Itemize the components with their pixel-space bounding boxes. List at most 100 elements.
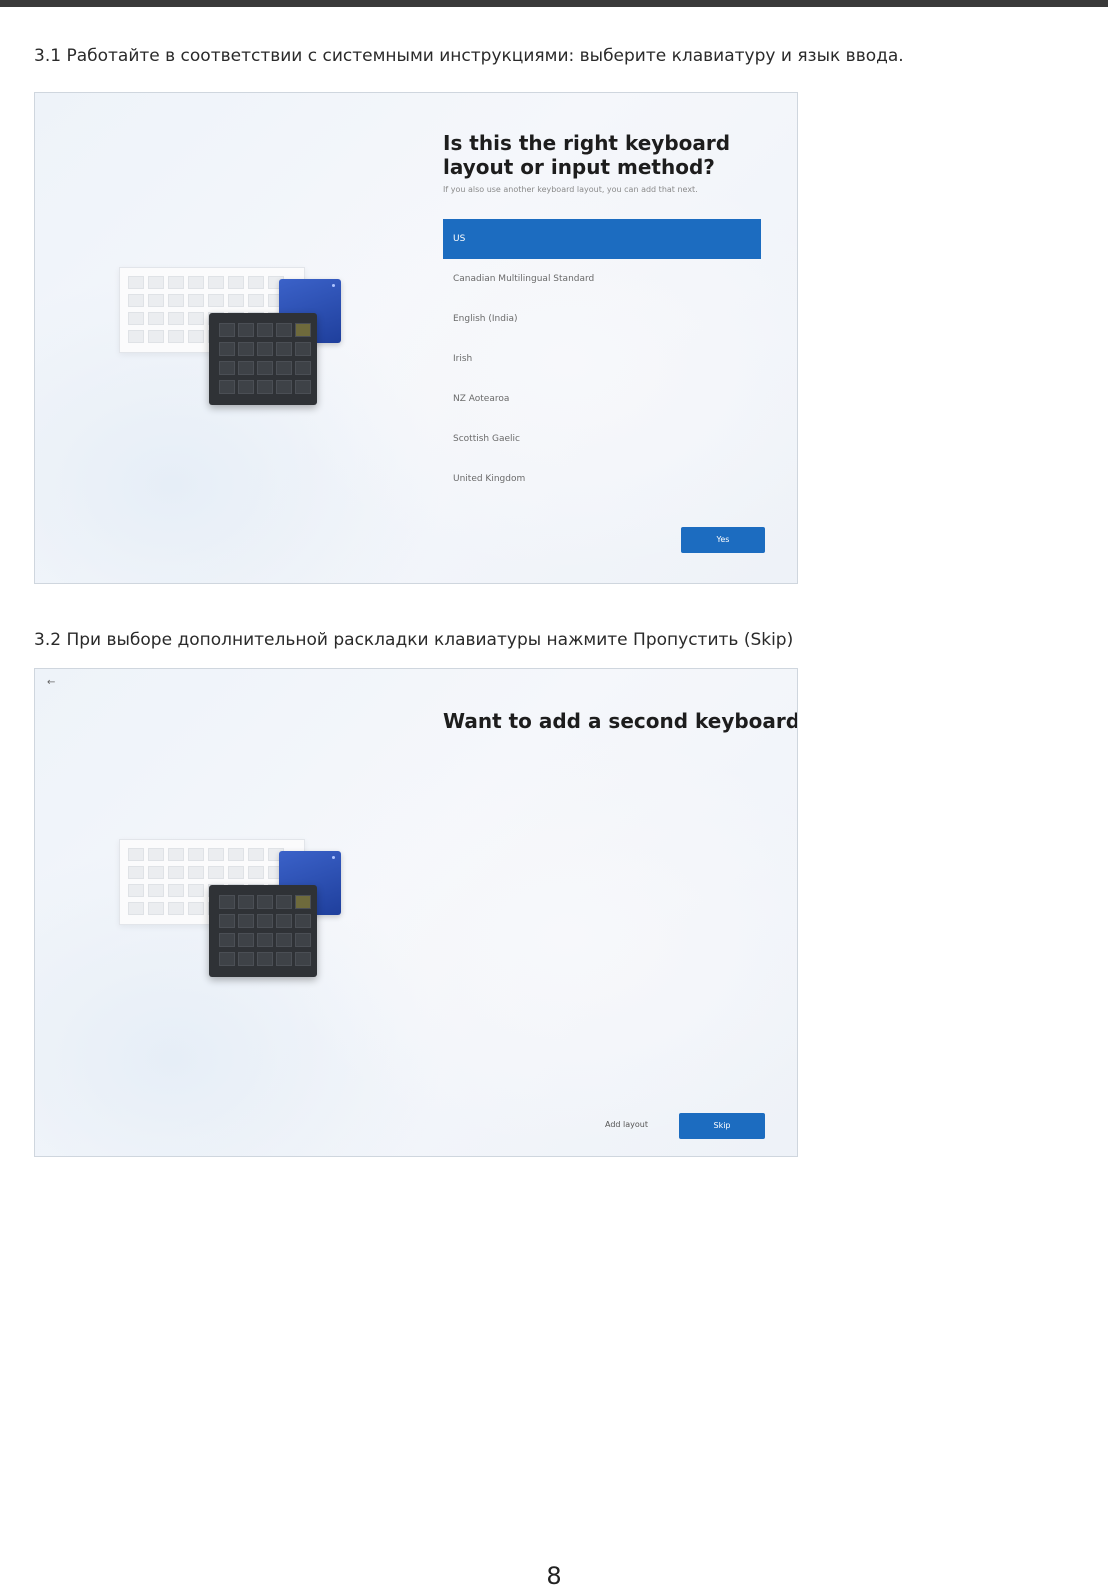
key-icon: [238, 380, 254, 394]
key-icon: [208, 276, 224, 289]
key-icon: [168, 276, 184, 289]
key-icon: [148, 294, 164, 307]
key-icon: [208, 866, 224, 879]
key-icon: [238, 952, 254, 966]
layout-option[interactable]: Irish: [443, 339, 761, 379]
key-icon: [128, 848, 144, 861]
key-icon: [248, 276, 264, 289]
add-layout-link[interactable]: Add layout: [605, 1120, 648, 1129]
key-icon: [219, 342, 235, 356]
key-icon: [128, 866, 144, 879]
key-icon: [219, 361, 235, 375]
key-icon: [168, 866, 184, 879]
screen-subtitle: If you also use another keyboard layout,…: [443, 185, 698, 194]
key-icon: [257, 914, 273, 928]
screen-title: Want to add a second keyboard layout?: [443, 709, 798, 733]
screenshot-second-layout: ← Want to add a second keyboard layout? …: [34, 668, 798, 1157]
key-icon: [295, 952, 311, 966]
layout-option[interactable]: NZ Aotearoa: [443, 379, 761, 419]
layout-option[interactable]: US: [443, 219, 761, 259]
key-icon: [148, 276, 164, 289]
key-icon: [188, 330, 204, 343]
screen-title: Is this the right keyboard layout or inp…: [443, 131, 731, 179]
key-icon: [148, 330, 164, 343]
key-icon: [148, 884, 164, 897]
key-icon: [188, 276, 204, 289]
keyboard-illustration: [119, 267, 349, 417]
key-icon: [128, 330, 144, 343]
key-icon: [276, 914, 292, 928]
key-icon: [188, 294, 204, 307]
key-icon: [168, 330, 184, 343]
step2-caption: 3.2 При выборе дополнительной раскладки …: [34, 630, 794, 650]
key-icon: [168, 884, 184, 897]
key-icon: [295, 323, 311, 337]
key-icon: [168, 294, 184, 307]
key-icon: [208, 294, 224, 307]
key-icon: [188, 848, 204, 861]
key-icon: [188, 884, 204, 897]
key-icon: [257, 380, 273, 394]
key-icon: [295, 380, 311, 394]
key-icon: [188, 312, 204, 325]
key-icon: [276, 380, 292, 394]
screenshot-keyboard-layout: Is this the right keyboard layout or inp…: [34, 92, 798, 584]
key-icon: [219, 933, 235, 947]
layout-option[interactable]: Scottish Gaelic: [443, 419, 761, 459]
key-icon: [257, 895, 273, 909]
key-icon: [257, 342, 273, 356]
keyboard-illustration: [119, 839, 349, 989]
key-icon: [168, 312, 184, 325]
key-icon: [148, 866, 164, 879]
key-icon: [248, 848, 264, 861]
key-icon: [276, 342, 292, 356]
dark-keypad-icon: [209, 885, 317, 977]
key-icon: [148, 848, 164, 861]
key-icon: [238, 914, 254, 928]
key-icon: [128, 276, 144, 289]
key-icon: [188, 866, 204, 879]
key-icon: [128, 312, 144, 325]
key-icon: [276, 933, 292, 947]
key-icon: [238, 361, 254, 375]
key-icon: [276, 361, 292, 375]
key-icon: [219, 323, 235, 337]
key-icon: [188, 902, 204, 915]
key-icon: [128, 884, 144, 897]
layout-options-list: US Canadian Multilingual Standard Englis…: [443, 219, 761, 499]
dark-keypad-icon: [209, 313, 317, 405]
key-icon: [238, 933, 254, 947]
key-icon: [148, 902, 164, 915]
key-icon: [219, 895, 235, 909]
page-number: 8: [546, 1562, 562, 1590]
key-icon: [257, 361, 273, 375]
skip-button[interactable]: Skip: [679, 1113, 765, 1139]
yes-button[interactable]: Yes: [681, 527, 765, 553]
key-icon: [128, 902, 144, 915]
key-icon: [228, 866, 244, 879]
key-icon: [257, 952, 273, 966]
key-icon: [276, 952, 292, 966]
key-icon: [208, 848, 224, 861]
key-icon: [219, 380, 235, 394]
key-icon: [168, 902, 184, 915]
key-icon: [295, 361, 311, 375]
key-icon: [295, 895, 311, 909]
key-icon: [257, 933, 273, 947]
key-icon: [219, 952, 235, 966]
key-icon: [238, 323, 254, 337]
top-rule: [0, 0, 1108, 7]
key-icon: [228, 276, 244, 289]
key-icon: [128, 294, 144, 307]
key-icon: [295, 342, 311, 356]
key-icon: [219, 914, 235, 928]
layout-option[interactable]: Canadian Multilingual Standard: [443, 259, 761, 299]
key-icon: [248, 866, 264, 879]
key-icon: [276, 895, 292, 909]
key-icon: [228, 848, 244, 861]
layout-option[interactable]: United Kingdom: [443, 459, 761, 499]
layout-option[interactable]: English (India): [443, 299, 761, 339]
key-icon: [295, 933, 311, 947]
key-icon: [228, 294, 244, 307]
back-arrow-icon[interactable]: ←: [47, 677, 55, 688]
